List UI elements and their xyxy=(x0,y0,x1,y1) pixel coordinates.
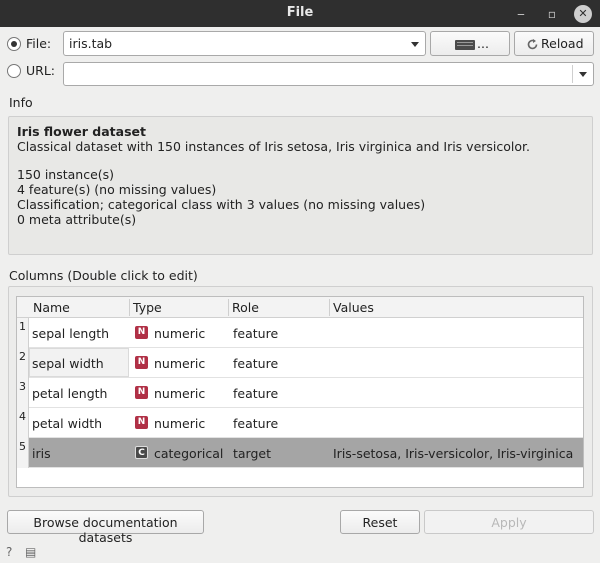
type-cell[interactable]: numeric xyxy=(154,386,205,401)
name-cell-container[interactable]: petal width xyxy=(29,408,129,437)
reload-button[interactable]: Reload xyxy=(514,31,594,56)
values-cell[interactable]: Iris-setosa, Iris-versicolor, Iris-virgi… xyxy=(333,446,573,461)
role-cell[interactable]: feature xyxy=(233,326,278,341)
column-header-values[interactable]: Values xyxy=(333,300,374,315)
browse-documentation-datasets-button[interactable]: Browse documentation datasets xyxy=(7,510,204,545)
type-cell[interactable]: numeric xyxy=(154,326,205,341)
table-row[interactable]: 2 sepal width N numeric feature xyxy=(17,348,583,378)
minimize-icon[interactable]: ‒ xyxy=(512,5,530,23)
role-cell[interactable]: feature xyxy=(233,386,278,401)
window-title: File xyxy=(286,5,314,20)
url-radio[interactable] xyxy=(7,64,21,78)
file-combo-value: iris.tab xyxy=(69,36,113,51)
numeric-type-icon: N xyxy=(135,386,148,399)
name-cell-container[interactable]: iris xyxy=(29,438,129,467)
instances-count: 150 instance(s) xyxy=(17,167,115,182)
numeric-type-icon: N xyxy=(135,326,148,339)
reload-button-label: Reload xyxy=(541,36,584,51)
row-number: 2 xyxy=(17,348,29,378)
row-number: 4 xyxy=(17,408,29,438)
meta-count: 0 meta attribute(s) xyxy=(17,212,137,227)
apply-button[interactable]: Apply xyxy=(424,510,594,534)
categorical-type-icon: C xyxy=(135,446,148,459)
close-icon[interactable]: ✕ xyxy=(574,5,592,23)
folder-icon xyxy=(455,40,475,50)
info-box: Iris flower dataset Classical dataset wi… xyxy=(8,116,593,255)
row-number: 3 xyxy=(17,378,29,408)
columns-table[interactable]: Name Type Role Values 1 sepal length N n… xyxy=(16,296,584,488)
name-cell-container[interactable]: petal length xyxy=(29,378,129,407)
chevron-down-icon[interactable] xyxy=(579,72,587,77)
row-number: 1 xyxy=(17,318,29,348)
title-bar: File ‒ ▫ ✕ xyxy=(0,0,600,27)
type-cell[interactable]: categorical xyxy=(154,446,223,461)
name-cell: sepal length xyxy=(32,326,110,341)
status-bar: ? ▤ xyxy=(0,540,600,563)
features-count: 4 feature(s) (no missing values) xyxy=(17,182,217,197)
row-number: 5 xyxy=(17,438,29,468)
url-combo-divider xyxy=(572,65,573,83)
type-cell[interactable]: numeric xyxy=(154,356,205,371)
name-cell-container[interactable]: sepal width xyxy=(29,348,129,377)
column-divider xyxy=(129,299,130,316)
info-section-label: Info xyxy=(9,95,33,110)
role-cell[interactable]: target xyxy=(233,446,271,461)
table-row[interactable]: 4 petal width N numeric feature xyxy=(17,408,583,438)
browse-file-button[interactable]: ... xyxy=(430,31,510,56)
dataset-title: Iris flower dataset xyxy=(17,124,146,139)
url-input[interactable] xyxy=(63,62,594,86)
report-icon[interactable]: ▤ xyxy=(25,545,36,559)
help-icon[interactable]: ? xyxy=(6,545,12,559)
dataset-description: Classical dataset with 150 instances of … xyxy=(17,139,530,154)
table-row[interactable]: 3 petal length N numeric feature xyxy=(17,378,583,408)
column-header-role[interactable]: Role xyxy=(232,300,259,315)
file-label: File: xyxy=(26,36,52,51)
role-cell[interactable]: feature xyxy=(233,356,278,371)
url-label: URL: xyxy=(26,63,56,78)
column-divider xyxy=(329,299,330,316)
name-cell: sepal width xyxy=(32,356,104,371)
name-cell: iris xyxy=(32,446,51,461)
table-header: Name Type Role Values xyxy=(17,297,583,318)
reload-icon xyxy=(527,39,538,50)
table-row-selected[interactable]: 5 iris C categorical target Iris-setosa,… xyxy=(17,438,583,468)
browse-button-label: ... xyxy=(477,36,489,51)
maximize-icon[interactable]: ▫ xyxy=(543,5,561,23)
name-cell: petal width xyxy=(32,416,103,431)
name-cell: petal length xyxy=(32,386,108,401)
file-radio[interactable] xyxy=(7,37,21,51)
column-divider xyxy=(228,299,229,316)
columns-section-label: Columns (Double click to edit) xyxy=(9,268,198,283)
table-row[interactable]: 1 sepal length N numeric feature xyxy=(17,318,583,348)
file-combo[interactable]: iris.tab xyxy=(63,31,426,56)
chevron-down-icon xyxy=(411,42,419,47)
classification-info: Classification; categorical class with 3… xyxy=(17,197,426,212)
reset-button[interactable]: Reset xyxy=(340,510,420,534)
column-header-name[interactable]: Name xyxy=(33,300,70,315)
name-cell-container[interactable]: sepal length xyxy=(29,318,129,347)
numeric-type-icon: N xyxy=(135,356,148,369)
numeric-type-icon: N xyxy=(135,416,148,429)
type-cell[interactable]: numeric xyxy=(154,416,205,431)
role-cell[interactable]: feature xyxy=(233,416,278,431)
column-header-type[interactable]: Type xyxy=(133,300,162,315)
